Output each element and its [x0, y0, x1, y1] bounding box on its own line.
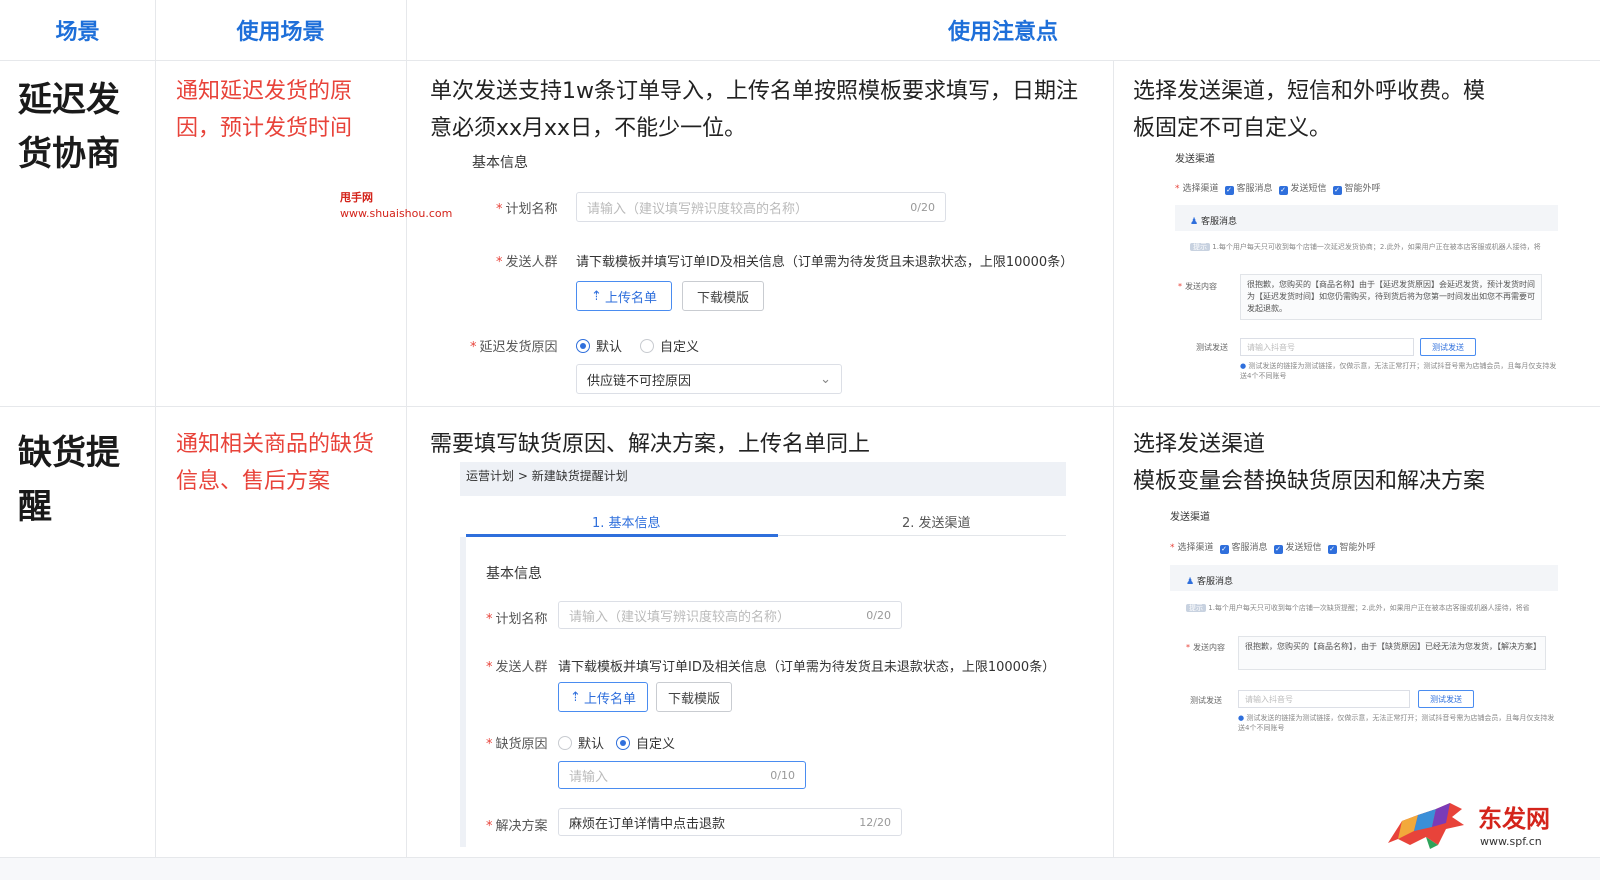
logo-url: www.spf.cn [1480, 835, 1542, 848]
form2-breadcrumb: 运营计划 > 新建缺货提醒计划 [466, 469, 628, 483]
bottom-divider [0, 857, 1600, 858]
ch2-tip: 提示 1.每个用户每天只可收到每个店铺一次缺货提醒；2.此外，如果用户正在被本店… [1186, 603, 1558, 613]
chevron-down-icon: ⌄ [820, 371, 831, 387]
form2-step-track [778, 535, 1066, 536]
ch2-select-row: * 选择渠道 ✓ 客服消息 ✓ 发送短信 ✓ 智能外呼 [1170, 543, 1376, 554]
info-icon: ● [1238, 714, 1245, 722]
radio-checked-icon [576, 339, 590, 353]
breadcrumb-link[interactable]: 运营计划 [466, 469, 514, 483]
form2-reason-input[interactable]: 请输入 0/10 [558, 761, 806, 789]
user-icon: ♟ [1190, 217, 1199, 227]
info-icon: ● [1240, 362, 1247, 370]
ch2-title: 发送渠道 [1170, 512, 1210, 523]
logo-text: 东发网 [1478, 804, 1550, 833]
form1-reason-label: * 延迟发货原因 [470, 340, 558, 355]
ch2-test-label: 测试发送 [1190, 696, 1222, 705]
header-divider [0, 60, 1600, 61]
ch2-panel-title: ♟ 客服消息 [1186, 577, 1233, 587]
header-scene: 场景 [55, 20, 100, 45]
form2-crowd-label: * 发送人群 [486, 660, 548, 675]
ch1-title: 发送渠道 [1175, 154, 1215, 165]
row2-scene: 缺货提醒 [18, 433, 120, 527]
form2-download-button[interactable]: 下载模版 [656, 682, 732, 712]
ch1-test-label: 测试发送 [1196, 343, 1228, 352]
row1-note-left: 单次发送支持1w条订单导入，上传名单按照模板要求填写，日期注意必须xx月xx日，… [430, 79, 1078, 141]
checkbox-checked-icon[interactable]: ✓ [1327, 545, 1337, 554]
ch1-panel-title: ♟ 客服消息 [1190, 217, 1237, 227]
ch2-note: ● 测试发送的链接为测试链接，仅做示意，无法正常打开；测试抖音号需为店铺会员，且… [1238, 714, 1555, 732]
checkbox-checked-icon[interactable]: ✓ [1278, 186, 1288, 195]
ch1-test-button[interactable]: 测试发送 [1420, 338, 1476, 356]
ch2-test-button[interactable]: 测试发送 [1418, 690, 1474, 708]
form1-radio-default[interactable]: 默认 [576, 336, 622, 355]
ch1-note: ● 测试发送的链接为测试链接，仅做示意，无法正常打开；测试抖音号需为店铺会员，且… [1240, 362, 1557, 380]
site-logo: 东发网 www.spf.cn [1380, 795, 1570, 855]
form2-step-indicator [466, 534, 778, 537]
watermark: 甩手网 www.shuaishou.com [340, 190, 452, 222]
form2-step1[interactable]: 1. 基本信息 [592, 512, 661, 531]
form2-solution-label: * 解决方案 [486, 819, 548, 834]
row2-note-left: 需要填写缺货原因、解决方案，上传名单同上 [430, 432, 871, 457]
form2-plan-label: * 计划名称 [486, 612, 548, 627]
col-divider-2 [406, 0, 407, 858]
form2-radio-custom[interactable]: 自定义 [616, 733, 675, 752]
ch2-content-label: * 发送内容 [1186, 643, 1225, 652]
form2-steps [466, 496, 1066, 536]
form1-download-button[interactable]: 下载模版 [682, 281, 764, 311]
ch1-test-input[interactable]: 请输入抖音号 [1240, 338, 1414, 356]
checkbox-checked-icon[interactable]: ✓ [1219, 545, 1229, 554]
ch1-content-box: 很抱歉，您购买的【商品名称】由于【延迟发货原因】会延迟发货，预计发货时间为【延迟… [1240, 274, 1542, 320]
ch1-select-row: * 选择渠道 ✓ 客服消息 ✓ 发送短信 ✓ 智能外呼 [1175, 184, 1381, 195]
form2-solution-input[interactable]: 麻烦在订单详情中点击退款 12/20 [558, 808, 902, 836]
row1-purpose: 通知延迟发货的原因，预计发货时间 [176, 79, 353, 141]
form1-plan-input[interactable]: 请输入（建议填写辨识度较高的名称） 0/20 [576, 192, 946, 222]
col-divider-1 [155, 0, 156, 858]
upload-icon: ⇡ [591, 288, 602, 304]
row2-purpose: 通知相关商品的缺货信息、售后方案 [176, 432, 375, 494]
radio-checked-icon [616, 736, 630, 750]
form1-crowd-text: 请下载模板并填写订单ID及相关信息（订单需为待发货且未退款状态，上限10000条… [576, 255, 1074, 270]
form1-section-title: 基本信息 [472, 155, 528, 171]
form2-section-title: 基本信息 [486, 566, 542, 582]
row1-note-right: 选择发送渠道，短信和外呼收费。模板固定不可自定义。 [1133, 79, 1486, 141]
form1-upload-button[interactable]: ⇡ 上传名单 [576, 281, 672, 311]
row2-note-right-1: 选择发送渠道 [1133, 432, 1266, 457]
header-notes: 使用注意点 [947, 20, 1058, 45]
form2-step2[interactable]: 2. 发送渠道 [902, 512, 971, 531]
radio-unchecked-icon [558, 736, 572, 750]
form1-plan-label: * 计划名称 [496, 202, 558, 217]
radio-unchecked-icon [640, 339, 654, 353]
watermark-title: 甩手网 [340, 191, 373, 204]
form2-crowd-text: 请下载模板并填写订单ID及相关信息（订单需为待发货且未退款状态，上限10000条… [558, 660, 1056, 675]
watermark-url: www.shuaishou.com [340, 207, 453, 220]
ch2-test-input[interactable]: 请输入抖音号 [1238, 690, 1410, 708]
form2-plan-input[interactable]: 请输入（建议填写辨识度较高的名称） 0/20 [558, 601, 902, 629]
row2-note-right-2: 模板变量会替换缺货原因和解决方案 [1133, 469, 1486, 494]
row-divider [0, 406, 1600, 407]
form1-radio-custom[interactable]: 自定义 [640, 336, 699, 355]
upload-icon: ⇡ [570, 689, 581, 705]
form1-crowd-label: * 发送人群 [496, 255, 558, 270]
row1-scene: 延迟发货协商 [18, 80, 120, 174]
form2-upload-button[interactable]: ⇡ 上传名单 [558, 682, 648, 712]
ch1-tip: 提示 1.每个用户每天只可收到每个店铺一次延迟发货协商；2.此外，如果用户正在被… [1190, 242, 1568, 252]
ch2-content-box: 很抱歉，您购买的【商品名称】，由于【缺货原因】已经无法为您发货，【解决方案】 [1238, 636, 1546, 670]
form1-reason-select[interactable]: 供应链不可控原因 ⌄ [576, 364, 842, 394]
header-usage: 使用场景 [236, 20, 325, 45]
page: 场景 使用场景 使用注意点 延迟发货协商 通知延迟发货的原因，预计发货时间 单次… [0, 0, 1600, 858]
form2-left-gutter [460, 537, 466, 847]
checkbox-checked-icon[interactable]: ✓ [1273, 545, 1283, 554]
col-divider-3 [1113, 60, 1114, 858]
form2-radio-default[interactable]: 默认 [558, 733, 604, 752]
ch1-content-label: * 发送内容 [1178, 282, 1217, 291]
form2-reason-label: * 缺货原因 [486, 737, 548, 752]
checkbox-checked-icon[interactable]: ✓ [1224, 186, 1234, 195]
user-icon: ♟ [1186, 577, 1195, 587]
checkbox-checked-icon[interactable]: ✓ [1332, 186, 1342, 195]
